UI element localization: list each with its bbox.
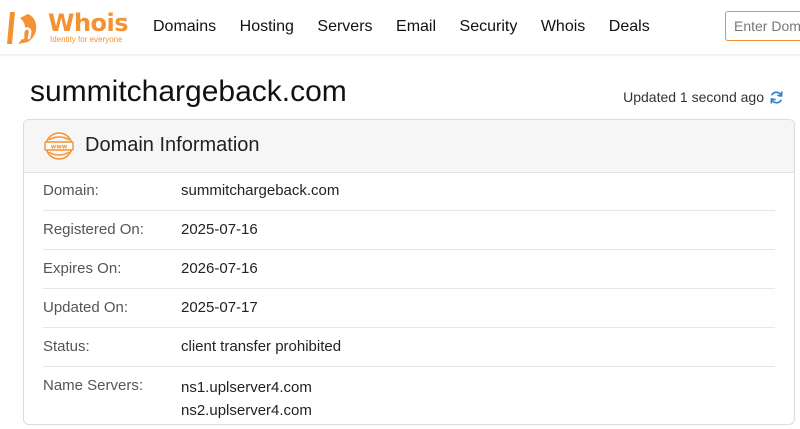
- name-server-2: ns2.uplserver4.com: [181, 402, 312, 419]
- card-header: www Domain Information: [24, 120, 794, 173]
- domain-information-card: www Domain Information Domain: summitcha…: [23, 119, 795, 425]
- nav-security[interactable]: Security: [460, 17, 518, 37]
- refresh-icon[interactable]: [769, 90, 784, 105]
- logo-mark-icon: [7, 12, 37, 44]
- nav-hosting[interactable]: Hosting: [240, 17, 294, 37]
- nav-servers[interactable]: Servers: [317, 17, 372, 37]
- row-label: Expires On:: [43, 260, 122, 277]
- row-value: 2025-07-16: [181, 221, 258, 238]
- logo-tagline: Identity for everyone: [50, 35, 123, 44]
- info-row-status: Status: client transfer prohibited: [43, 328, 775, 367]
- row-value: summitchargeback.com: [181, 182, 340, 199]
- row-label: Status:: [43, 338, 90, 355]
- nav-whois[interactable]: Whois: [541, 17, 585, 37]
- info-row-expires-on: Expires On: 2026-07-16: [43, 250, 775, 289]
- row-label: Registered On:: [43, 221, 144, 238]
- nav-domains[interactable]: Domains: [153, 17, 216, 37]
- whois-logo[interactable]: Whois Identity for everyone: [6, 8, 136, 48]
- card-title: Domain Information: [85, 134, 260, 156]
- row-label: Domain:: [43, 182, 99, 199]
- name-server-list: ns1.uplserver4.com ns2.uplserver4.com: [181, 376, 312, 422]
- logo-wordmark: Whois: [48, 9, 129, 37]
- top-navbar: Whois Identity for everyone Domains Host…: [0, 0, 800, 54]
- name-server-1: ns1.uplserver4.com: [181, 379, 312, 396]
- info-row-name-servers: Name Servers: ns1.uplserver4.com ns2.upl…: [43, 367, 775, 424]
- row-label: Updated On:: [43, 299, 129, 316]
- info-row-updated-on: Updated On: 2025-07-17: [43, 289, 775, 328]
- nav-deals[interactable]: Deals: [609, 17, 650, 37]
- info-row-registered-on: Registered On: 2025-07-16: [43, 211, 775, 250]
- info-row-domain: Domain: summitchargeback.com: [43, 172, 775, 211]
- page-title: summitchargeback.com: [30, 75, 347, 108]
- last-updated-status: Updated 1 second ago: [623, 89, 784, 105]
- row-value: 2025-07-17: [181, 299, 258, 316]
- domain-search-input[interactable]: [725, 11, 800, 41]
- main-nav: Domains Hosting Servers Email Security W…: [153, 17, 673, 37]
- www-icon: www: [44, 132, 74, 160]
- domain-info-table: Domain: summitchargeback.com Registered …: [43, 172, 775, 424]
- nav-email[interactable]: Email: [396, 17, 436, 37]
- svg-text:www: www: [51, 144, 68, 151]
- row-value: client transfer prohibited: [181, 338, 342, 355]
- row-label: Name Servers:: [43, 377, 144, 394]
- row-value: 2026-07-16: [181, 260, 258, 277]
- updated-text: Updated 1 second ago: [623, 89, 764, 105]
